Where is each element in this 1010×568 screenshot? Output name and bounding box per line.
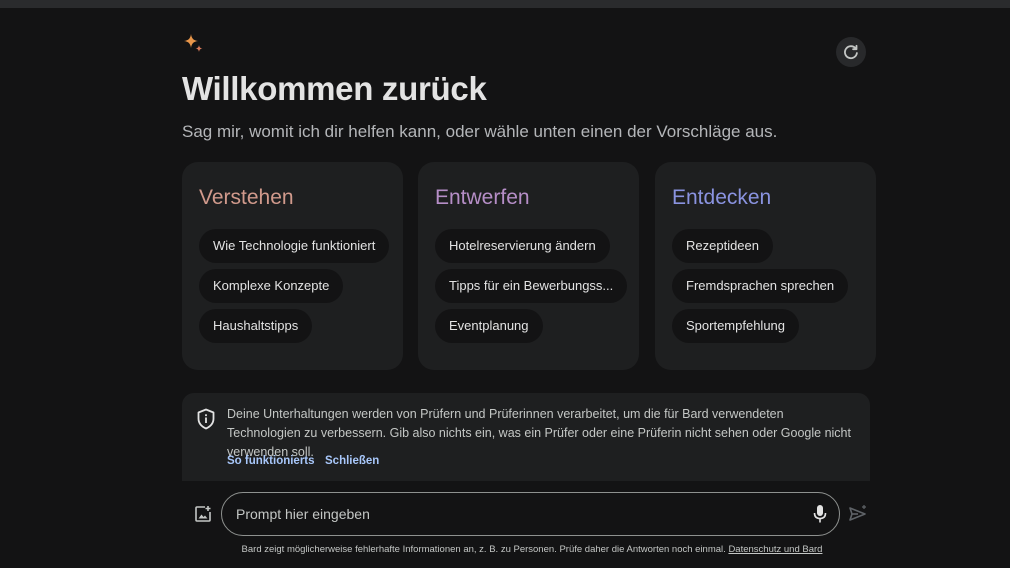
prompt-box [221,492,840,536]
send-icon[interactable] [848,504,868,524]
suggestion-chip[interactable]: Wie Technologie funktioniert [199,229,390,263]
top-bar [0,0,1010,8]
how-it-works-link[interactable]: So funktionierts [227,455,315,467]
suggestion-chip[interactable]: Hotelreservierung ändern [435,229,610,263]
suggestion-card-verstehen: Verstehen Wie Technologie funktioniert K… [182,162,403,370]
prompt-input[interactable] [236,493,796,535]
card-title: Verstehen [199,186,294,209]
card-title: Entdecken [672,186,772,209]
suggestion-chip[interactable]: Komplexe Konzepte [199,269,344,303]
microphone-button[interactable] [810,503,830,525]
refresh-icon [844,44,858,60]
suggestion-chip[interactable]: Tipps für ein Bewerbungss... [435,269,628,303]
page-subtitle: Sag mir, womit ich dir helfen kann, oder… [182,122,778,141]
add-image-button[interactable] [191,502,215,526]
privacy-link[interactable]: Datenschutz und Bard [728,544,822,555]
disclaimer-text: Bard zeigt möglicherweise fehlerhafte In… [241,544,726,555]
microphone-icon [813,505,827,523]
privacy-notice: Deine Unterhaltungen werden von Prüfern … [182,393,870,481]
shield-icon [197,408,215,430]
suggestion-card-entdecken: Entdecken Rezeptideen Fremdsprachen spre… [655,162,876,370]
refresh-button[interactable] [836,37,866,67]
suggestion-card-entwerfen: Entwerfen Hotelreservierung ändern Tipps… [418,162,639,370]
suggestion-chip[interactable]: Fremdsprachen sprechen [672,269,849,303]
suggestion-chip[interactable]: Rezeptideen [672,229,773,263]
card-title: Entwerfen [435,186,530,209]
notice-text: Deine Unterhaltungen werden von Prüfern … [227,407,851,459]
suggestion-chip[interactable]: Eventplanung [435,309,543,343]
disclaimer-footer: Bard zeigt möglicherweise fehlerhafte In… [0,544,1010,555]
close-notice-link[interactable]: Schließen [325,455,379,467]
sparkle-icon [184,34,203,52]
page-title: Willkommen zurück [182,70,487,107]
add-image-icon [195,506,211,522]
suggestion-chip[interactable]: Sportempfehlung [672,309,800,343]
suggestion-chip[interactable]: Haushaltstipps [199,309,313,343]
